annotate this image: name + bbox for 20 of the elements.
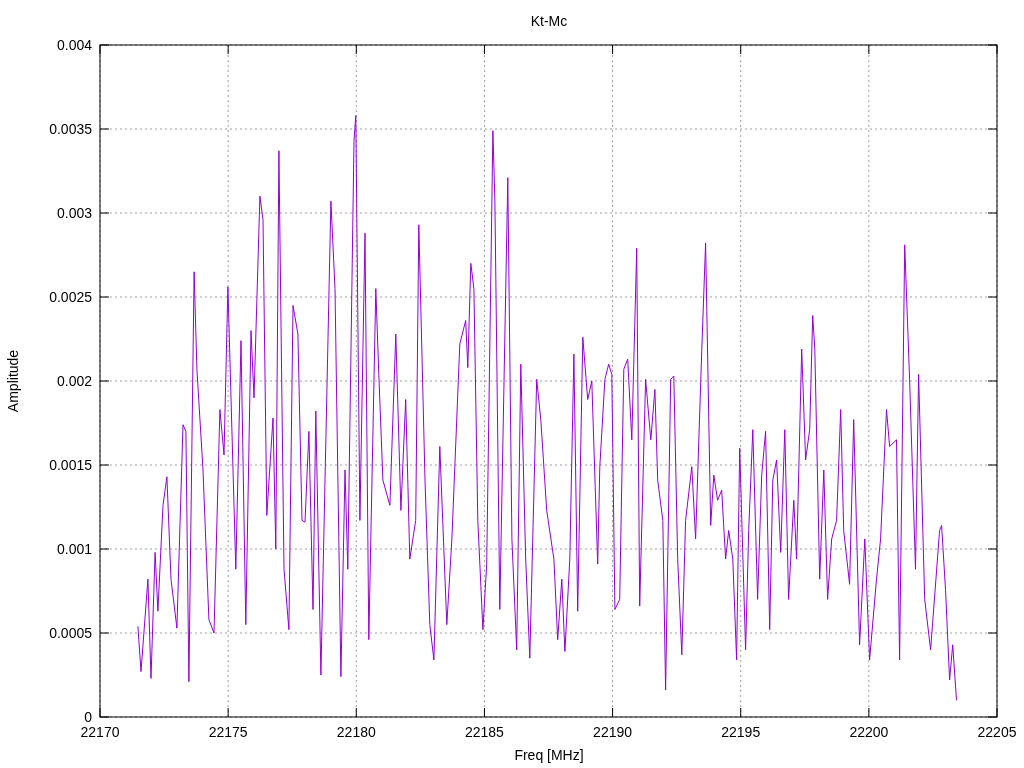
tick-label: 0.0025 [49,289,92,305]
tick-label: 22195 [721,724,761,740]
tick-label: 22180 [336,724,376,740]
chart-title: Kt-Mc [530,13,568,29]
tick-label: 0.0035 [49,121,92,137]
tick-label: 0.002 [56,373,92,389]
tick-label: 0 [84,709,92,725]
tick-label: 22185 [464,724,504,740]
tick-label: 0.004 [56,37,92,53]
tick-label: 22175 [208,724,248,740]
tick-label: 0.001 [56,541,92,557]
tick-label: 0.0005 [49,625,92,641]
tick-label: 0.003 [56,205,92,221]
tick-label: 0.0015 [49,457,92,473]
tick-label: 22170 [80,724,120,740]
tick-label: 22205 [977,724,1017,740]
axis-label: Amplitude [5,349,21,413]
tick-label: 22200 [849,724,889,740]
axis-label: Freq [MHz] [514,747,584,763]
tick-label: 22190 [593,724,633,740]
